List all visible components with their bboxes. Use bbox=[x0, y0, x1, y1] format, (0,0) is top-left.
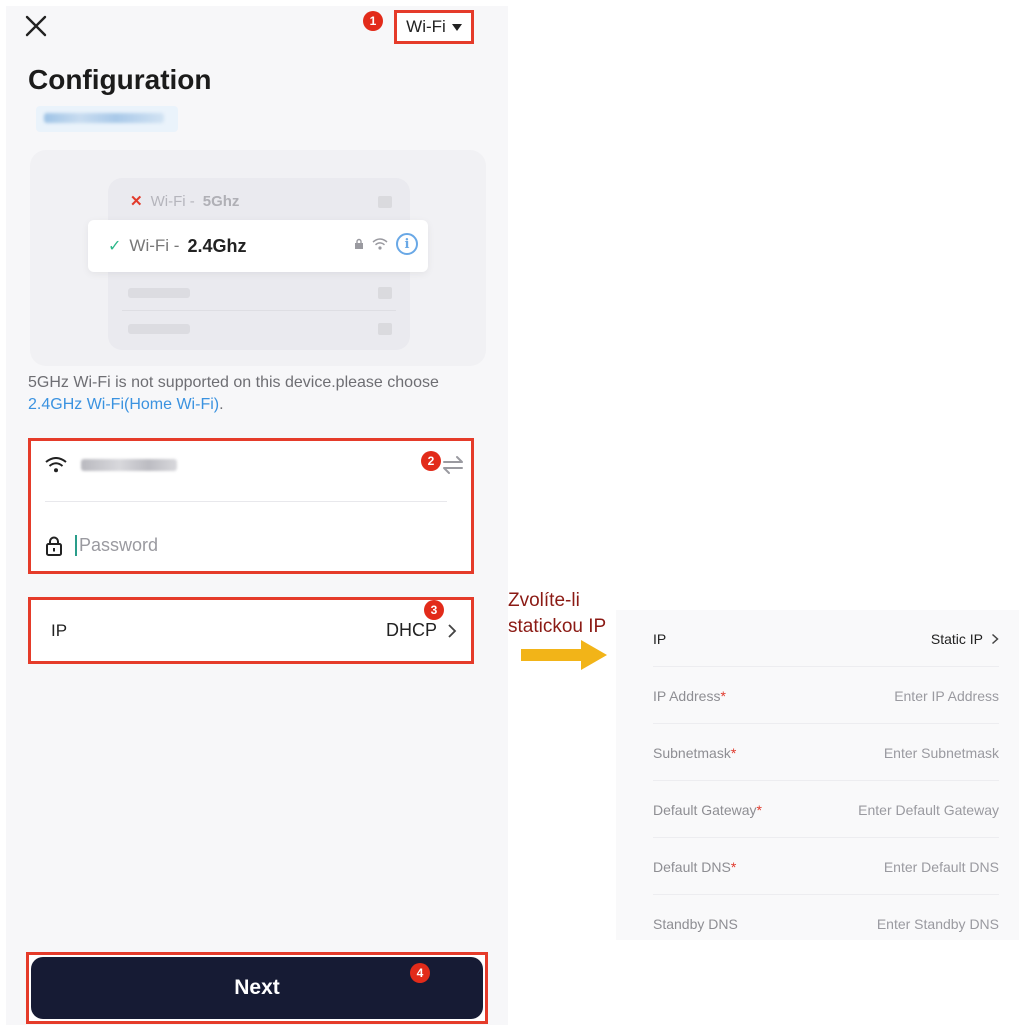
network-row-label: Wi-Fi - bbox=[150, 192, 195, 210]
home-wifi-link[interactable]: 2.4GHz Wi-Fi(Home Wi-Fi) bbox=[28, 396, 219, 413]
ip-label: IP bbox=[653, 630, 667, 647]
network-row-band: 5Ghz bbox=[202, 192, 240, 210]
standby-dns-input[interactable]: Enter Standby DNS bbox=[877, 916, 999, 932]
network-row-5ghz: ✕ Wi-Fi - 5Ghz bbox=[130, 192, 240, 211]
subnetmask-label: Subnetmask* bbox=[653, 744, 737, 761]
placeholder-square bbox=[378, 196, 392, 208]
step-badge-3: 3 bbox=[424, 600, 444, 620]
subnetmask-row[interactable]: Subnetmask* Enter Subnetmask bbox=[616, 724, 1019, 781]
ip-address-input[interactable]: Enter IP Address bbox=[894, 688, 999, 704]
default-dns-label: Default DNS* bbox=[653, 858, 737, 875]
password-row bbox=[45, 535, 457, 556]
wifi-credentials-box: 2 bbox=[28, 438, 474, 574]
lock-icon bbox=[355, 238, 363, 249]
ip-mode-value: Static IP bbox=[930, 630, 983, 647]
default-gateway-input[interactable]: Enter Default Gateway bbox=[858, 802, 999, 818]
step-badge-1: 1 bbox=[363, 11, 383, 31]
info-icon: i bbox=[396, 233, 418, 255]
password-field[interactable] bbox=[75, 535, 375, 556]
step-badge-4: 4 bbox=[410, 963, 430, 983]
close-button[interactable] bbox=[24, 14, 54, 44]
static-ip-panel: IP Static IP IP Address* Enter IP Addres… bbox=[616, 610, 1019, 940]
configuration-screen: 1 Wi-Fi Configuration ✕ Wi-Fi - 5Ghz ✓ W… bbox=[6, 6, 508, 1025]
standby-dns-label: Standby DNS bbox=[653, 915, 738, 932]
network-mode-dropdown[interactable]: Wi-Fi bbox=[394, 10, 474, 44]
subnetmask-input[interactable]: Enter Subnetmask bbox=[884, 745, 999, 761]
ssid-row[interactable] bbox=[45, 457, 457, 473]
network-row-band: 2.4Ghz bbox=[187, 235, 247, 256]
ip-address-row[interactable]: IP Address* Enter IP Address bbox=[616, 667, 1019, 724]
placeholder-square bbox=[378, 287, 392, 299]
chevron-right-icon bbox=[448, 623, 457, 638]
step-badge-2: 2 bbox=[421, 451, 441, 471]
wifi-band-illustration: ✕ Wi-Fi - 5Ghz ✓ Wi-Fi - 2.4Ghz i bbox=[30, 150, 486, 366]
ip-address-label: IP Address* bbox=[653, 687, 726, 704]
swap-icon[interactable] bbox=[441, 455, 465, 475]
check-icon: ✓ bbox=[108, 238, 122, 255]
placeholder-bar bbox=[128, 288, 190, 298]
network-mode-value: Wi-Fi bbox=[406, 17, 446, 36]
default-gateway-label: Default Gateway* bbox=[653, 801, 762, 818]
default-dns-row[interactable]: Default DNS* Enter Default DNS bbox=[616, 838, 1019, 895]
chevron-right-icon bbox=[991, 633, 999, 644]
x-icon: ✕ bbox=[130, 193, 143, 210]
caret-down-icon bbox=[451, 23, 462, 31]
ssid-blurred bbox=[81, 459, 177, 471]
placeholder-square bbox=[378, 323, 392, 335]
network-row-2-4ghz: ✓ Wi-Fi - 2.4Ghz i bbox=[88, 220, 428, 272]
page-title: Configuration bbox=[28, 64, 212, 95]
network-row-label: Wi-Fi - bbox=[129, 236, 180, 255]
divider bbox=[45, 501, 447, 502]
default-dns-input[interactable]: Enter Default DNS bbox=[884, 859, 999, 875]
wifi-icon bbox=[372, 238, 388, 250]
band-note: 5GHz Wi-Fi is not supported on this devi… bbox=[28, 372, 468, 416]
arrow-right-icon bbox=[521, 640, 607, 670]
ip-mode-value: DHCP bbox=[385, 620, 437, 640]
ip-label: IP bbox=[51, 620, 68, 640]
device-id-blurred bbox=[36, 106, 178, 132]
wifi-icon bbox=[45, 457, 67, 473]
placeholder-bar bbox=[128, 324, 190, 334]
ip-mode-row-static[interactable]: IP Static IP bbox=[616, 610, 1019, 667]
close-icon bbox=[25, 15, 47, 37]
lock-icon bbox=[46, 536, 62, 556]
default-gateway-row[interactable]: Default Gateway* Enter Default Gateway bbox=[616, 781, 1019, 838]
note-text: 5GHz Wi-Fi is not supported on this devi… bbox=[28, 374, 439, 391]
ip-mode-row[interactable]: IP DHCP bbox=[28, 597, 474, 664]
note-end: . bbox=[219, 396, 224, 413]
standby-dns-row[interactable]: Standby DNS Enter Standby DNS bbox=[616, 895, 1019, 952]
divider bbox=[122, 310, 396, 311]
